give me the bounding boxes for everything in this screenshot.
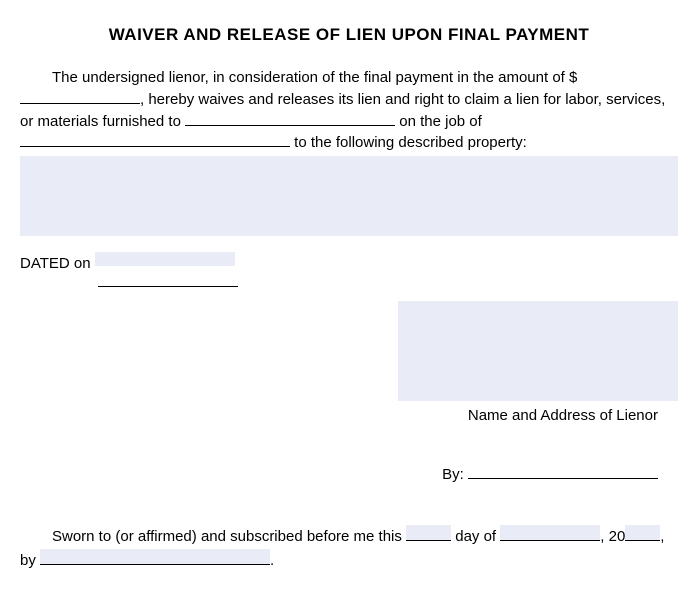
sworn-section: Sworn to (or affirmed) and subscribed be… <box>20 525 678 572</box>
dated-underline-row <box>20 274 678 291</box>
sworn-text-1: Sworn to (or affirmed) and subscribed be… <box>52 528 406 545</box>
lienor-label: Name and Address of Lienor <box>20 407 678 424</box>
sworn-text-5: . <box>270 552 274 569</box>
by-row: By: <box>20 466 678 483</box>
sworn-name-blank[interactable] <box>40 549 270 565</box>
document-title: WAIVER AND RELEASE OF LIEN UPON FINAL PA… <box>20 25 678 45</box>
by-label: By: <box>442 466 468 483</box>
sworn-year-blank[interactable] <box>625 525 660 541</box>
job-of-blank[interactable] <box>20 146 290 147</box>
sworn-text-2: day of <box>451 528 500 545</box>
dated-fill-box[interactable] <box>95 252 235 266</box>
paragraph-text-4: to the following described property: <box>290 134 527 151</box>
paragraph-text-1: The undersigned lienor, in consideration… <box>52 69 577 86</box>
sworn-text-3: , 20 <box>600 528 625 545</box>
lienor-signature-box[interactable] <box>398 301 678 401</box>
paragraph-text-3: on the job of <box>395 113 482 130</box>
furnished-to-blank[interactable] <box>185 125 395 126</box>
dated-blank[interactable] <box>98 286 238 287</box>
sworn-day-blank[interactable] <box>406 525 451 541</box>
dated-row: DATED on <box>20 254 678 272</box>
dated-label: DATED on <box>20 255 95 272</box>
amount-blank[interactable] <box>20 103 140 104</box>
by-blank[interactable] <box>468 478 658 479</box>
waiver-paragraph: The undersigned lienor, in consideration… <box>20 67 678 154</box>
sworn-month-blank[interactable] <box>500 525 600 541</box>
property-description-box[interactable] <box>20 156 678 236</box>
